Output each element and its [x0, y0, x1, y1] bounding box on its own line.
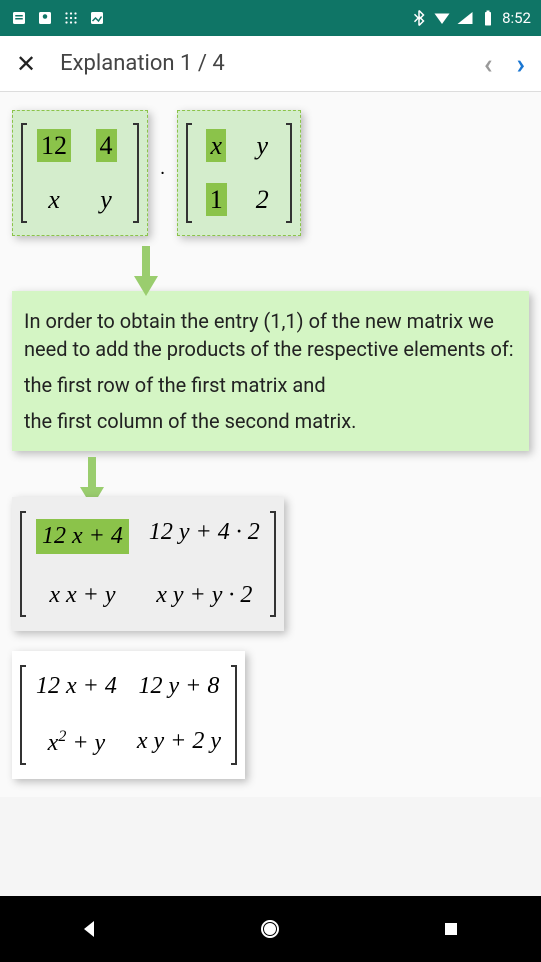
battery-icon	[479, 9, 497, 27]
m2-r1c2: y	[248, 131, 276, 161]
fin-r1c1: 12 x + 4	[36, 673, 117, 700]
grid-icon	[62, 9, 80, 27]
status-time: 8:52	[502, 9, 531, 27]
close-button[interactable]: ✕	[16, 50, 36, 78]
fin-r2c1: x2 + y	[36, 728, 117, 757]
input-matrices: 12 4 x y · x y 1 2	[12, 110, 529, 236]
m2-r2c2: 2	[248, 185, 276, 215]
status-left	[10, 9, 106, 27]
signal-icon	[456, 9, 474, 27]
home-icon[interactable]	[258, 917, 282, 941]
bluetooth-icon	[410, 9, 428, 27]
system-nav-bar	[0, 896, 541, 962]
wifi-icon	[433, 9, 451, 27]
app-bar: ✕ Explanation 1 / 4 ‹ ›	[0, 36, 541, 92]
location-icon	[36, 9, 54, 27]
fin-r1c2: 12 y + 8	[137, 673, 221, 700]
explanation-box: In order to obtain the entry (1,1) of th…	[12, 291, 529, 451]
m1-r1c1: 12	[37, 129, 71, 162]
m1-r2c1: x	[37, 185, 71, 215]
matrix-1: 12 4 x y	[12, 110, 148, 236]
final-matrix: 12 x + 4 12 y + 8 x2 + y x y + 2 y	[12, 651, 245, 779]
status-right: 8:52	[410, 9, 531, 27]
explanation-p1: In order to obtain the entry (1,1) of th…	[24, 307, 517, 363]
recent-icon[interactable]	[439, 917, 463, 941]
m2-r1c1: x	[206, 129, 226, 162]
status-bar: 8:52	[0, 0, 541, 36]
res-r2c2: x y + y · 2	[149, 582, 260, 609]
content-area: 12 4 x y · x y 1 2 In order to obtain th…	[0, 92, 541, 797]
res-r2c1: x x + y	[36, 582, 129, 609]
m2-r2c1: 1	[206, 183, 227, 216]
fin-r2c2: x y + 2 y	[137, 728, 221, 757]
res-r1c2: 12 y + 4 · 2	[149, 519, 260, 554]
image-icon	[88, 9, 106, 27]
notification-icon	[10, 9, 28, 27]
matrix-2: x y 1 2	[177, 110, 301, 236]
res-r1c1: 12 x + 4	[36, 519, 129, 554]
back-icon[interactable]	[78, 917, 102, 941]
arrow-down-icon	[132, 246, 160, 296]
m1-r1c2: 4	[96, 129, 117, 162]
prev-button[interactable]: ‹	[484, 47, 493, 80]
result-matrix: 12 x + 4 12 y + 4 · 2 x x + y x y + y · …	[12, 497, 284, 631]
next-button[interactable]: ›	[517, 47, 525, 80]
page-title: Explanation 1 / 4	[60, 51, 484, 76]
m1-r2c2: y	[89, 185, 123, 215]
multiply-dot: ·	[160, 161, 165, 185]
explanation-p3: the first column of the second matrix.	[24, 407, 517, 435]
explanation-p2: the first row of the first matrix and	[24, 371, 517, 399]
